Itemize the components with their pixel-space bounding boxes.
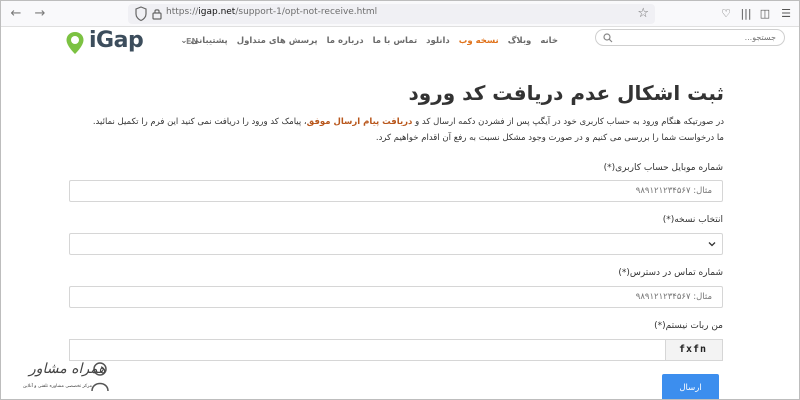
menu-item-about[interactable]: درباره ما — [327, 36, 364, 46]
menu-icon[interactable]: ☰ — [777, 5, 795, 23]
site-logo[interactable]: iGap — [65, 28, 144, 55]
address-bar[interactable]: https://igap.net/support-1/opt-not-recei… — [128, 4, 655, 24]
mobile-label: شماره موبایل حساب کاربری(*) — [603, 163, 723, 173]
watermark-title: همراه مشاور — [29, 361, 106, 377]
pocket-icon[interactable]: ♡ — [717, 5, 735, 23]
location-pin-icon — [66, 32, 84, 54]
watermark-subtitle: مرکز تخصصی مشاوره تلفنی و آنلاین — [23, 384, 93, 389]
support-form: ثبت اشکال عدم دریافت کد ورود در صورتیکه … — [1, 57, 799, 399]
captcha-text: fxfn — [679, 344, 708, 355]
version-label: انتخاب نسخه(*) — [662, 215, 723, 225]
menu-item-web-version[interactable]: نسخه وب — [459, 36, 499, 46]
logo-text: iGap — [89, 28, 144, 53]
sidebar-icon[interactable]: ◫ — [756, 5, 774, 23]
search-input[interactable] — [626, 31, 776, 44]
captcha-input[interactable] — [69, 339, 666, 361]
menu-item-home[interactable]: خانه — [540, 36, 558, 46]
captcha-label: من ربات نیستم(*) — [654, 321, 723, 331]
page-title: ثبت اشکال عدم دریافت کد ورود — [408, 81, 724, 105]
url-text: https://igap.net/support-1/opt-not-recei… — [166, 7, 377, 17]
watermark-logo: همراه مشاور مرکز تخصصی مشاوره تلفنی و آن… — [9, 361, 109, 397]
search-icon[interactable] — [603, 33, 613, 43]
form-description: در صورتیکه هنگام ورود به حساب کاربری خود… — [64, 114, 724, 146]
browser-window: ← → https://igap.net/support-1/opt-not-r… — [0, 0, 800, 400]
url-host: igap.net — [198, 7, 236, 17]
menu-item-faq[interactable]: پرسش های متداول — [237, 36, 318, 46]
url-prefix: https:// — [166, 7, 199, 17]
contact-input[interactable] — [69, 286, 723, 308]
library-icon[interactable]: ||| — [737, 5, 755, 23]
description-highlight: دریافت پیام ارسال موفق — [306, 117, 413, 127]
main-menu: خانه وبلاگ نسخه وب دانلود تماس با ما درب… — [180, 36, 558, 46]
shield-icon[interactable] — [134, 6, 148, 22]
forward-arrow-icon[interactable]: → — [31, 5, 49, 23]
submit-button[interactable]: ارسال — [662, 374, 719, 399]
version-select[interactable] — [69, 233, 723, 255]
browser-toolbar: ← → https://igap.net/support-1/opt-not-r… — [1, 1, 799, 27]
menu-item-blog[interactable]: وبلاگ — [508, 36, 532, 46]
menu-item-download[interactable]: دانلود — [426, 36, 450, 46]
description-text-3: ما درخواست شما را بررسی می کنیم و در صور… — [375, 133, 724, 143]
chevron-down-icon[interactable] — [707, 239, 717, 249]
description-text-2: ، پیامک کد ورود را دریافت نمی کنید این ف… — [92, 117, 307, 127]
captcha-image: fxfn — [666, 339, 723, 361]
lock-icon[interactable] — [150, 6, 164, 22]
contact-label: شماره تماس در دسترس(*) — [618, 268, 723, 278]
search-box[interactable] — [595, 29, 785, 46]
mobile-input[interactable] — [69, 180, 723, 202]
url-path: /support-1/opt-not-receive.html — [235, 7, 378, 17]
menu-item-contact[interactable]: تماس با ما — [373, 36, 418, 46]
back-arrow-icon[interactable]: ← — [7, 5, 25, 23]
bookmark-star-icon[interactable]: ☆ — [637, 5, 649, 23]
description-text-1: در صورتیکه هنگام ورود به حساب کاربری خود… — [412, 117, 724, 127]
menu-item-support[interactable]: پشتیبانی ⌄ — [180, 36, 227, 46]
